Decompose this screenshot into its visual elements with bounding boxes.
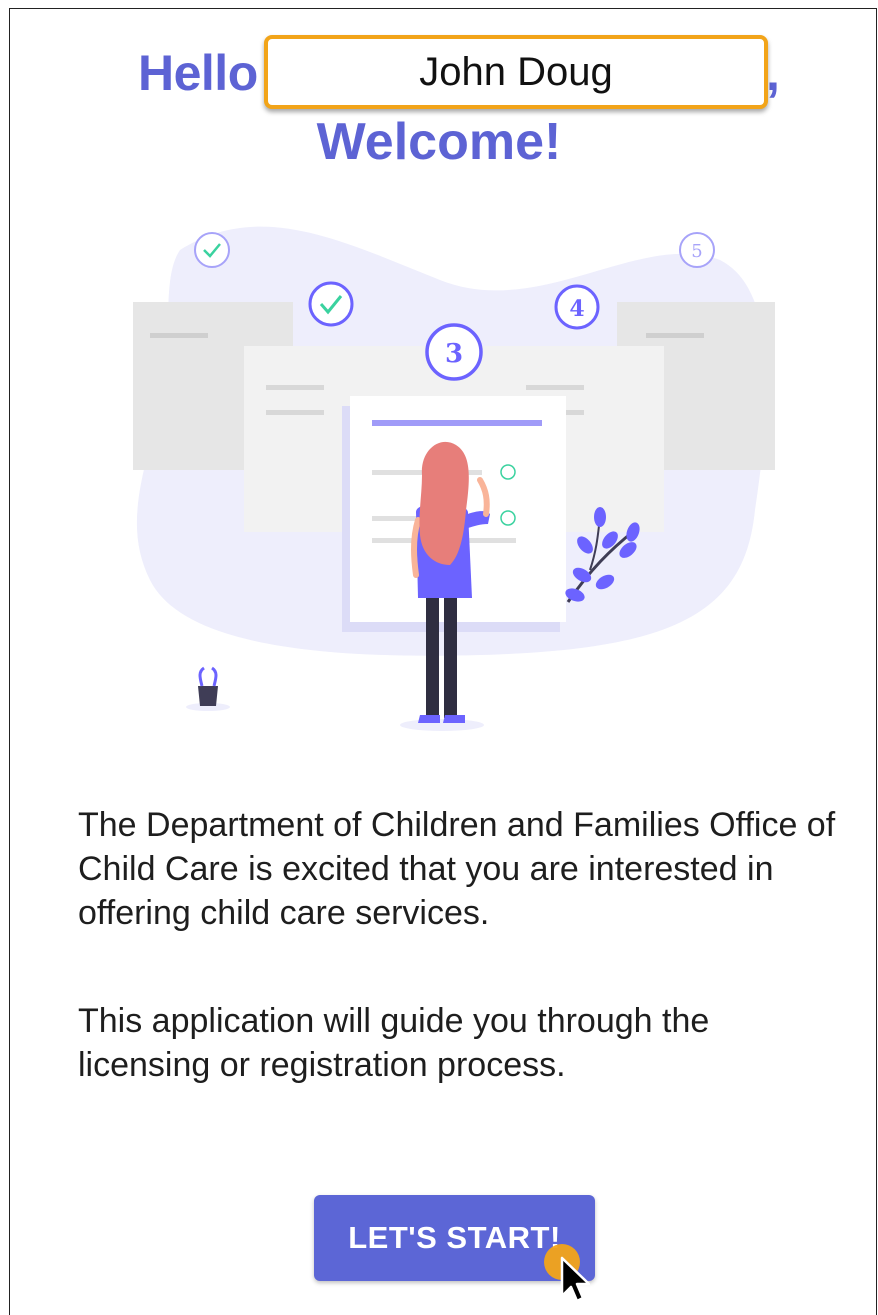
guide-paragraph: This application will guide you through … — [78, 1002, 710, 1084]
welcome-heading: Welcome! — [316, 113, 562, 171]
step-check-small-icon — [194, 232, 230, 268]
step-3-label: 3 — [445, 339, 463, 369]
greeting-comma: , — [766, 45, 780, 101]
step-5-icon: 5 — [679, 232, 715, 268]
lets-start-label: LET'S START! — [348, 1220, 561, 1255]
step-5-label: 5 — [691, 241, 702, 262]
intro-paragraph: The Department of Children and Families … — [78, 806, 836, 932]
mouse-cursor-icon — [544, 1244, 590, 1303]
step-check-icon — [308, 281, 354, 327]
step-3-icon: 3 — [425, 323, 483, 381]
step-4-icon: 4 — [554, 284, 600, 330]
user-name-highlight: John Doug — [264, 35, 768, 109]
user-name: John Doug — [419, 49, 613, 94]
greeting-text: Hello — [138, 45, 258, 101]
pot-icon — [186, 666, 230, 711]
onboarding-illustration: 3 4 5 — [133, 226, 775, 731]
step-4-label: 4 — [569, 296, 584, 322]
